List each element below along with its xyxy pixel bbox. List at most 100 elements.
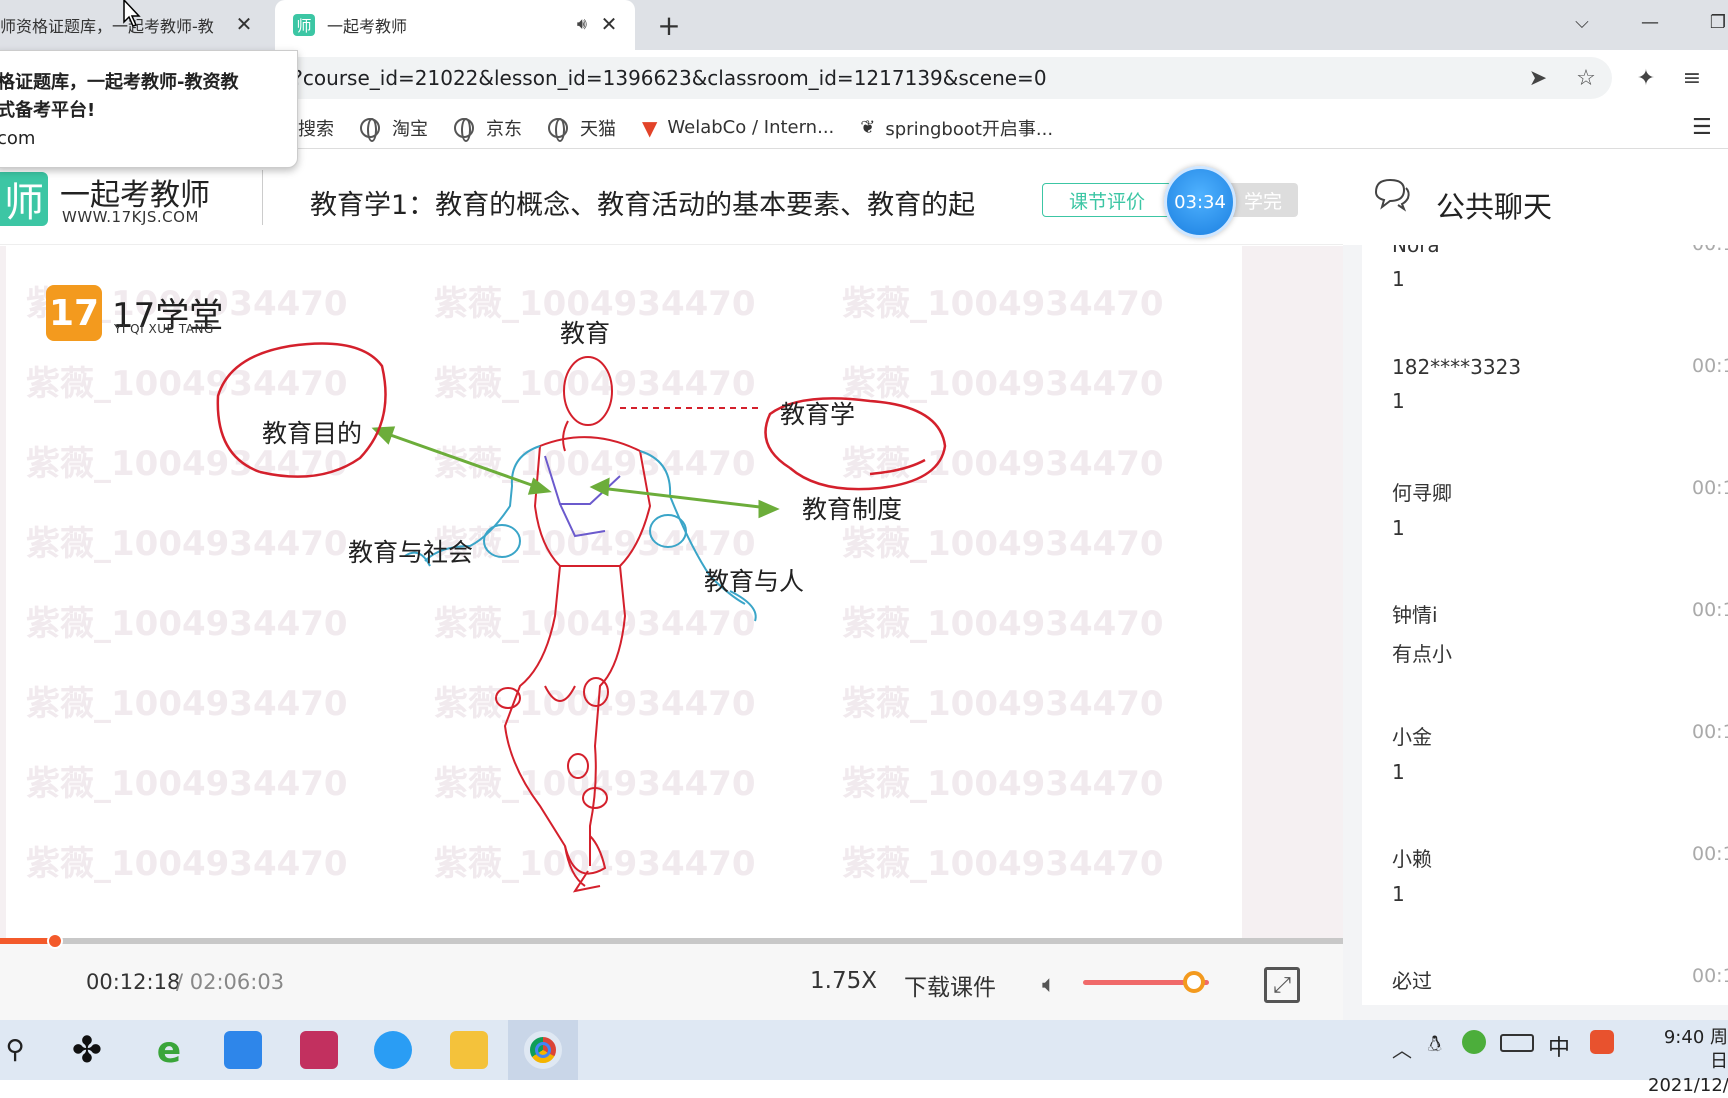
file-explorer-icon[interactable]: [434, 1020, 504, 1080]
chat-message-user: 必过: [1392, 969, 1432, 993]
site-logo-url: WWW.17KJS.COM: [62, 208, 199, 226]
chat-message-time: 00:10:2: [1692, 843, 1728, 865]
countdown-timer: 03:34: [1164, 166, 1236, 238]
bookmarks-reading-list-icon[interactable]: ☰: [1692, 115, 1712, 140]
chat-message-list[interactable]: Nora 00:10:2 1 182****3323 00:10:2 1 何寻卿 00:10:…: [1362, 245, 1728, 1005]
ime-mode-indicator[interactable]: 中: [1548, 1030, 1570, 1062]
label-pedagogy: 教育学: [780, 400, 856, 429]
pinwheel-app-icon[interactable]: ✤: [52, 1020, 122, 1080]
globe-icon: [548, 117, 568, 142]
close-icon[interactable]: ✕: [597, 12, 621, 36]
tab-yiqikaojiaoshi[interactable]: 师 一起考教师 🔊︎ ✕: [275, 0, 635, 50]
hover-card-title-cont: 式备考平台!: [0, 100, 96, 121]
screenshot-app-icon[interactable]: [284, 1020, 354, 1080]
gitlab-fox-icon: ▼: [642, 115, 658, 140]
mouse-cursor-icon: [123, 0, 141, 27]
education-diagram: [216, 342, 947, 893]
volume-icon[interactable]: 🔈︎: [1042, 970, 1070, 998]
chat-message: 必过 00:10:2 1: [1392, 965, 1728, 1005]
globe-icon: [360, 117, 380, 142]
tab-title: 师资格证题库，一起考教师-教: [0, 17, 214, 36]
chrome-icon[interactable]: [508, 1020, 578, 1080]
progress-track[interactable]: [0, 938, 1343, 944]
chat-message-time: 00:10:2: [1692, 245, 1728, 255]
bookmark-taobao[interactable]: 淘宝: [360, 115, 428, 142]
chat-message-text: 有点小: [1392, 642, 1452, 666]
chat-message-text: 1: [1392, 1004, 1728, 1005]
ie-browser-icon[interactable]: e: [134, 1020, 204, 1080]
clock-date: 2021/12/1: [1648, 1075, 1728, 1096]
bookmark-gitlab[interactable]: ▼ WelabCo / Intern...: [642, 116, 834, 140]
bookmark-springboot[interactable]: ❦ springboot开启事...: [860, 115, 1053, 141]
security-tray-icon[interactable]: [1462, 1030, 1486, 1054]
tab-title: 一起考教师: [327, 17, 408, 36]
label-education-goal: 教育目的: [262, 419, 363, 448]
chat-message-time: 00:10:2: [1692, 599, 1728, 621]
chat-message-text: 1: [1392, 267, 1405, 291]
chat-message-time: 00:10:2: [1692, 355, 1728, 377]
label-education: 教育: [560, 319, 611, 348]
volume-knob[interactable]: [1182, 971, 1205, 993]
clock-time: 9:40 周日: [1663, 1027, 1728, 1072]
leaf-icon: ❦: [860, 117, 876, 138]
chat-message: 小赖 00:10:2 1: [1392, 843, 1728, 906]
new-tab-button[interactable]: +: [652, 8, 686, 42]
green-arrows: [371, 426, 780, 519]
chat-message-time: 00:10:2: [1692, 721, 1728, 743]
network-app-icon[interactable]: [358, 1020, 428, 1080]
search-icon[interactable]: ⚲: [0, 1020, 50, 1080]
keyboard-tray-icon[interactable]: [1500, 1034, 1534, 1052]
send-icon[interactable]: ➤: [1518, 58, 1558, 98]
human-figure-torso: [544, 455, 621, 538]
lesson-title: 教育学1：教育的概念、教育活动的基本要素、教育的起: [310, 190, 976, 221]
chat-message-user: 何寻卿: [1392, 481, 1452, 505]
chat-message-user: 小金: [1392, 725, 1432, 749]
tab-search-chevron-icon[interactable]: ⌵: [1554, 0, 1610, 44]
tray-overflow-chevron-icon[interactable]: ︿: [1392, 1034, 1412, 1063]
sogou-input-icon[interactable]: [1590, 1030, 1614, 1054]
close-icon[interactable]: ✕: [232, 12, 256, 36]
current-time: 00:12:18: [86, 970, 181, 994]
bookmark-jd[interactable]: 京东: [454, 115, 522, 142]
download-courseware-button[interactable]: 下载课件: [904, 968, 996, 1002]
globe-icon: [454, 117, 474, 142]
restore-button[interactable]: ❐: [1690, 0, 1728, 44]
bookmark-search[interactable]: 搜索: [298, 115, 334, 141]
address-text[interactable]: e?course_id=21022&lesson_id=1396623&clas…: [280, 66, 1047, 90]
address-bar[interactable]: e?course_id=21022&lesson_id=1396623&clas…: [240, 57, 1612, 99]
audio-playing-icon[interactable]: 🔊︎: [577, 14, 587, 34]
hover-card-title: 格证题库，一起考教师-教资教: [0, 72, 239, 93]
extensions-puzzle-icon[interactable]: ✦: [1626, 58, 1666, 98]
minimize-button[interactable]: —: [1622, 0, 1678, 44]
fullscreen-icon[interactable]: ⤢: [1264, 967, 1300, 1003]
chat-message-user: 小赖: [1392, 847, 1432, 871]
chat-title: 公共聊天: [1436, 190, 1553, 224]
label-education-society: 教育与社会: [348, 538, 474, 567]
chat-message-text: 1: [1392, 389, 1405, 413]
chat-message-user: 182****3323: [1392, 355, 1522, 379]
chat-message-user: 钟情i: [1392, 603, 1438, 627]
chat-message-text: 1: [1392, 516, 1405, 540]
human-figure-body: [495, 356, 652, 893]
chat-message-user: Nora: [1392, 245, 1440, 257]
chat-message: 182****3323 00:10:2 1: [1392, 355, 1728, 413]
reading-list-icon[interactable]: ≡: [1672, 58, 1712, 98]
bookmark-tmall[interactable]: 天猫: [548, 115, 616, 142]
label-education-system: 教育制度: [802, 495, 903, 524]
playback-speed-button[interactable]: 1.75X: [810, 968, 877, 994]
qq-tray-icon[interactable]: 🐧︎: [1428, 1032, 1442, 1060]
system-clock[interactable]: 9:40 周日 2021/12/1: [1648, 1026, 1728, 1098]
site-favicon-icon: 师: [293, 14, 315, 36]
chat-message-text: 1: [1392, 760, 1405, 784]
chat-message: Nora 00:10:2 1: [1392, 245, 1728, 291]
site-logo-mark[interactable]: 师: [0, 172, 48, 226]
chat-message: 钟情i 00:10:2 有点小: [1392, 599, 1728, 667]
feishu-app-icon[interactable]: [208, 1020, 278, 1080]
star-bookmark-icon[interactable]: ☆: [1566, 58, 1606, 98]
chat-message: 小金 00:10:2 1: [1392, 721, 1728, 784]
chat-bubble-icon: [1374, 178, 1410, 212]
label-education-person: 教育与人: [704, 567, 805, 596]
chat-message: 何寻卿 00:10:2 1: [1392, 477, 1728, 540]
chat-message-time: 00:10:2: [1692, 477, 1728, 499]
rate-lesson-button[interactable]: 课节评价: [1042, 183, 1172, 217]
